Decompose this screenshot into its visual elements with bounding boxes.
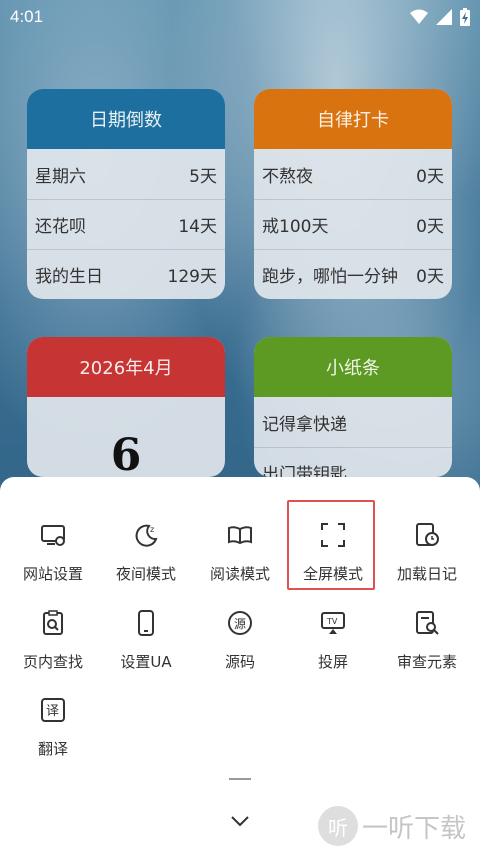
card-title: 小纸条 xyxy=(254,337,452,397)
self-discipline-checkin-card[interactable]: 自律打卡 不熬夜 0天 戒100天 0天 跑步，哪怕一分钟 0天 xyxy=(254,89,452,299)
list-item[interactable]: 我的生日 129天 xyxy=(27,249,225,299)
item-label: 出门带钥匙 xyxy=(262,465,347,477)
chevron-down-icon[interactable] xyxy=(229,812,251,830)
calendar-day: 6 xyxy=(110,429,142,478)
load-log-icon xyxy=(416,523,439,546)
item-label: 跑步，哪怕一分钟 xyxy=(262,267,398,287)
menu-item-inspect-element[interactable]: 审查元素 xyxy=(381,605,473,685)
item-label: 还花呗 xyxy=(35,217,86,237)
watermark-logo: 听 xyxy=(318,806,358,846)
menu-item-label: 设置UA xyxy=(120,653,172,671)
list-item[interactable]: 记得拿快递 xyxy=(254,397,452,447)
card-title: 自律打卡 xyxy=(254,89,452,149)
svg-text:译: 译 xyxy=(46,704,59,719)
list-item[interactable]: 不熬夜 0天 xyxy=(254,149,452,199)
svg-text:TV: TV xyxy=(326,617,338,626)
menu-item-label: 加载日记 xyxy=(396,565,457,583)
bottom-sheet-menu: 网站设置 z 夜间模式 阅读模式 全屏模式 加载日记 页内查找 设置UA 源 源… xyxy=(0,477,480,854)
card-title: 2026年4月 xyxy=(27,337,225,397)
list-item[interactable]: 跑步，哪怕一分钟 0天 xyxy=(254,249,452,299)
set-ua-icon xyxy=(138,610,154,636)
menu-item-label: 源码 xyxy=(224,653,255,671)
list-item[interactable]: 星期六 5天 xyxy=(27,149,225,199)
inspect-element-icon xyxy=(416,611,439,635)
item-label: 戒100天 xyxy=(262,217,329,237)
drag-handle[interactable] xyxy=(229,778,251,780)
card-title: 日期倒数 xyxy=(27,89,225,149)
menu-item-reading-mode[interactable]: 阅读模式 xyxy=(194,517,286,597)
item-label: 记得拿快递 xyxy=(262,414,347,435)
menu-item-night-mode[interactable]: z 夜间模式 xyxy=(100,517,192,597)
date-countdown-card[interactable]: 日期倒数 星期六 5天 还花呗 14天 我的生日 129天 xyxy=(27,89,225,299)
item-value: 129天 xyxy=(167,267,217,287)
list-item[interactable]: 戒100天 0天 xyxy=(254,199,452,249)
list-item[interactable]: 还花呗 14天 xyxy=(27,199,225,249)
source-code-icon: 源 xyxy=(228,611,252,635)
battery-charging-icon xyxy=(460,8,470,26)
menu-item-label: 网站设置 xyxy=(22,565,83,583)
menu-item-set-ua[interactable]: 设置UA xyxy=(100,605,192,685)
cast-icon: TV xyxy=(321,612,345,634)
notes-card[interactable]: 小纸条 记得拿快递 出门带钥匙 xyxy=(254,337,452,477)
item-value: 0天 xyxy=(416,166,444,187)
wifi-icon xyxy=(410,9,428,24)
status-time: 4:01 xyxy=(10,7,44,26)
menu-item-label: 翻译 xyxy=(37,740,68,758)
menu-item-label: 页内查找 xyxy=(22,653,83,671)
translate-icon: 译 xyxy=(41,698,65,722)
item-label: 我的生日 xyxy=(35,267,103,287)
cellular-signal-icon xyxy=(436,9,452,25)
item-value: 14天 xyxy=(178,217,217,237)
item-value: 0天 xyxy=(416,217,444,237)
status-bar: 4:01 xyxy=(0,0,480,34)
menu-item-label: 夜间模式 xyxy=(115,565,176,583)
item-value: 0天 xyxy=(416,267,444,287)
menu-item-load-log[interactable]: 加载日记 xyxy=(381,517,473,597)
svg-text:z: z xyxy=(150,525,154,534)
night-mode-icon: z xyxy=(135,524,158,547)
list-item[interactable]: 出门带钥匙 xyxy=(254,447,452,477)
find-in-page-icon xyxy=(43,610,63,635)
item-label: 不熬夜 xyxy=(262,166,313,187)
menu-item-label: 审查元素 xyxy=(396,653,457,671)
menu-item-translate[interactable]: 译 翻译 xyxy=(7,692,99,772)
highlight-frame xyxy=(287,500,375,590)
calendar-card[interactable]: 2026年4月 6 xyxy=(27,337,225,477)
menu-item-source-code[interactable]: 源 源码 xyxy=(194,605,286,685)
menu-item-cast[interactable]: TV 投屏 xyxy=(287,605,379,685)
menu-item-label: 阅读模式 xyxy=(209,565,270,583)
item-label: 星期六 xyxy=(35,166,86,187)
watermark: 听 一听下载 xyxy=(318,806,466,846)
item-value: 5天 xyxy=(189,166,217,187)
site-settings-icon xyxy=(41,525,65,546)
reading-mode-icon xyxy=(228,526,252,545)
svg-text:源: 源 xyxy=(234,617,246,631)
menu-item-find-in-page[interactable]: 页内查找 xyxy=(7,605,99,685)
watermark-text: 一听下载 xyxy=(362,813,467,844)
menu-item-label: 投屏 xyxy=(317,653,348,671)
menu-item-site-settings[interactable]: 网站设置 xyxy=(7,517,99,597)
